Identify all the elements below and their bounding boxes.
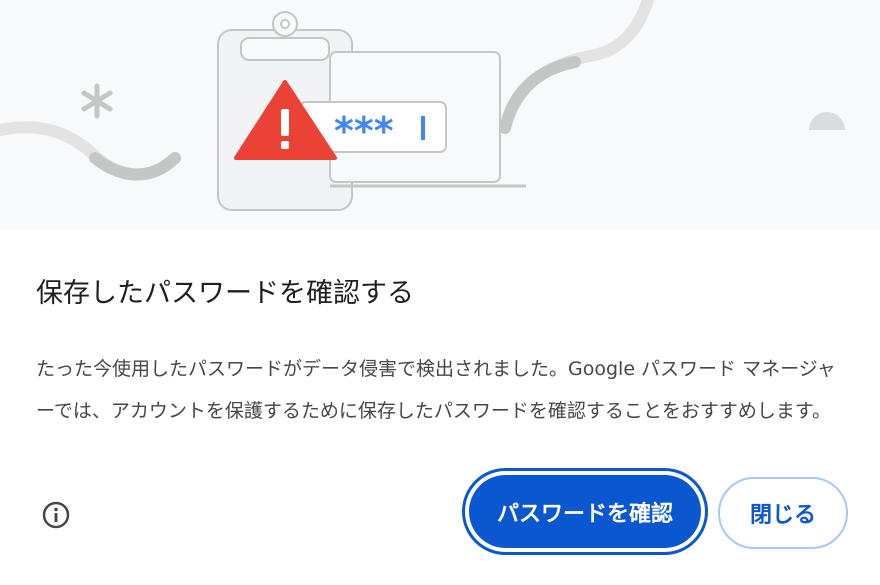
breach-illustration: *** (0, 0, 880, 230)
password-check-dialog: *** 保存したパスワードを確認する たった今使用したパスワードがデータ侵害で検… (0, 0, 880, 585)
info-button[interactable] (38, 497, 74, 533)
info-icon (42, 501, 70, 529)
check-passwords-label: パスワードを確認 (469, 475, 701, 548)
password-mask-text: *** (334, 109, 394, 153)
close-button[interactable]: 閉じる (718, 477, 848, 549)
check-passwords-button[interactable]: パスワードを確認 (462, 468, 708, 555)
dialog-title: 保存したパスワードを確認する (36, 278, 414, 309)
dialog-body: たった今使用したパスワードがデータ侵害で検出されました。Google パスワード… (36, 358, 836, 422)
